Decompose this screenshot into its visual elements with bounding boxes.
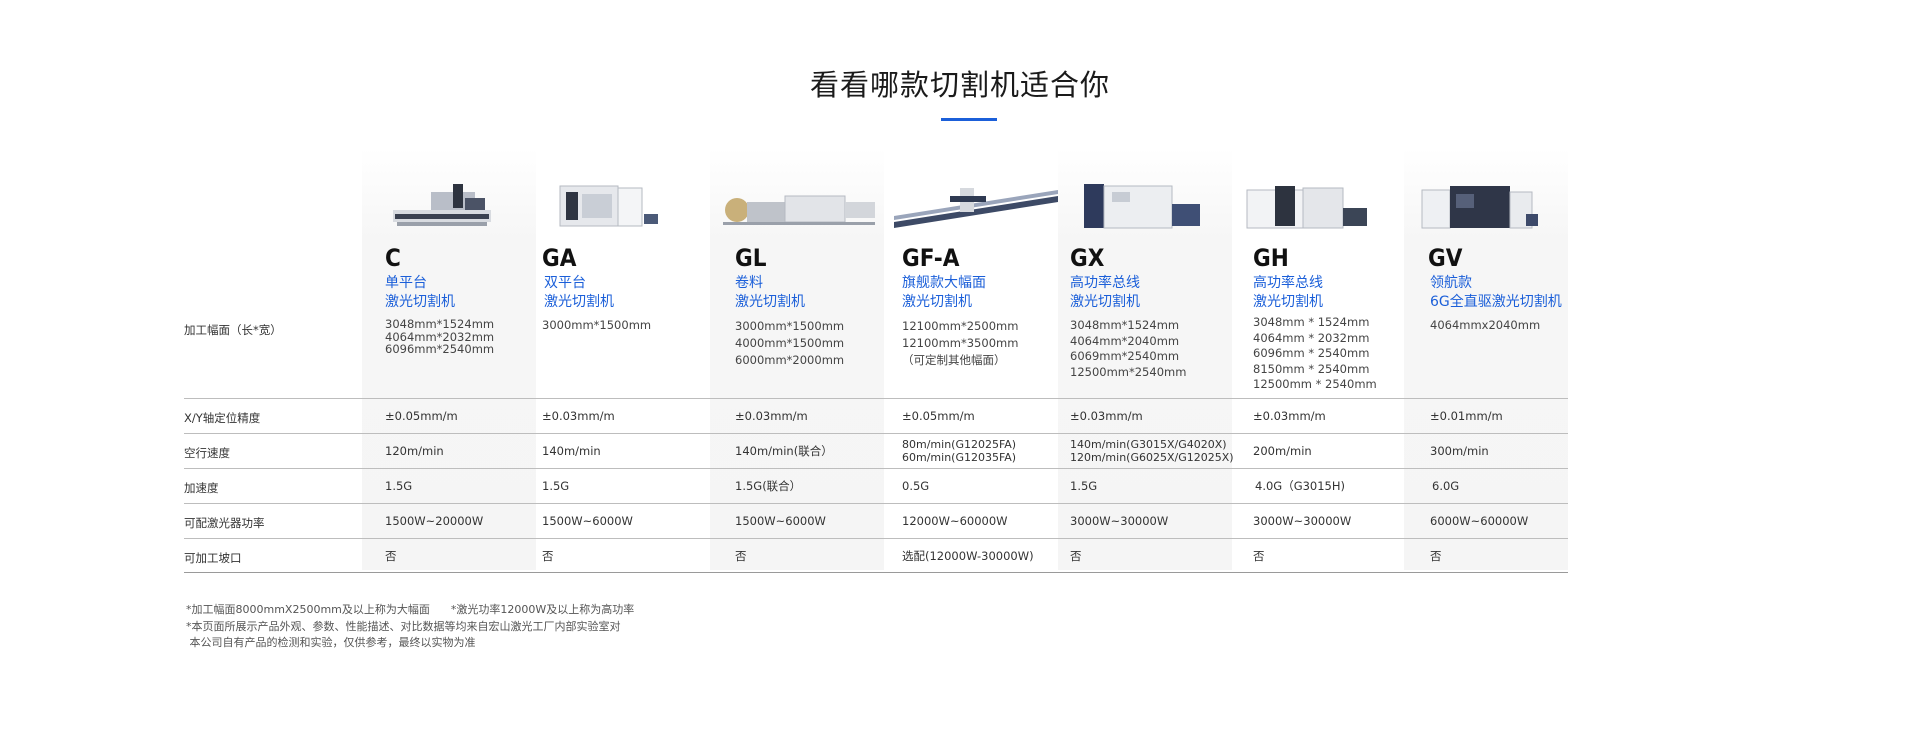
model-column-gl[interactable]: GL 卷料 激光切割机 3000mm*1500mm 4000mm*1500mm 600… (723, 148, 895, 396)
spec-row-acceleration: 加速度 1.5G 1.5G 1.5G(联合） 0.5G 1.5G 4.0G（G3… (184, 468, 1568, 503)
model-column-c[interactable]: C 单平台 激光切割机 3048mm*1524mm 4064mm*2032mm 609… (385, 148, 535, 396)
laser-cutter-enclosed-icon (559, 185, 658, 227)
table-bottom-border (184, 572, 1568, 573)
model-size: 3000mm*1500mm (542, 318, 652, 332)
title-underline (941, 118, 997, 121)
spec-value: 80m/min(G12025FA) 60m/min(G12035FA) (902, 438, 1017, 464)
model-size: 4064mmx2040mm (1430, 318, 1541, 332)
model-name: GX (1070, 244, 1105, 272)
model-name: GV (1428, 244, 1463, 272)
spec-label-acceleration: 加速度 (184, 481, 219, 495)
model-name: C (385, 244, 401, 272)
model-size: 3048mm*1524mm 4064mm*2032mm 6096mm*2540mm (385, 317, 495, 356)
spec-value: 3000W~30000W (1070, 513, 1169, 528)
model-column-ga[interactable]: GA 双平台 激光切割机 3000mm*1500mm (542, 148, 702, 396)
model-header-row: 加工幅面（长*宽） C 单平台 激光切割机 3048mm*1524mm 4064mm… (184, 148, 1568, 396)
model-type: 高功率总线 激光切割机 (1253, 275, 1323, 310)
footnote: *加工幅面8000mmX2500mm及以上称为大幅面 *激光功率12000W及以… (186, 603, 635, 616)
spec-value: 否 (1070, 548, 1082, 563)
spec-label-size: 加工幅面（长*宽） (184, 323, 282, 337)
model-type: 高功率总线 激光切割机 (1070, 275, 1140, 310)
spec-value: ±0.03mm/m (1253, 408, 1326, 423)
spec-value: 0.5G (902, 478, 930, 493)
spec-value: 1.5G (385, 478, 413, 493)
model-column-gx[interactable]: GX 高功率总线 激光切割机 3048mm*1524mm 4064mm*2040mm… (1070, 148, 1230, 396)
spec-value: ±0.03mm/m (1070, 408, 1143, 423)
model-column-gf-a[interactable]: GF-A 旗舰款大幅面 激光切割机 12100mm*2500mm 12100mm*3… (894, 148, 1062, 396)
spec-value: 否 (385, 548, 397, 563)
spec-value: 200m/min (1253, 443, 1312, 458)
laser-cutter-open-bed-icon (393, 184, 491, 226)
spec-value: 300m/min (1430, 443, 1489, 458)
spec-value: 6000W~60000W (1430, 513, 1529, 528)
model-column-gv[interactable]: GV 领航款 6G全直驱激光切割机 4064mmx2040mm (1421, 148, 1568, 396)
spec-row-precision: X/Y轴定位精度 ±0.05mm/m ±0.03mm/m ±0.03mm/m ±… (184, 398, 1568, 433)
spec-value: ±0.05mm/m (902, 408, 975, 423)
high-power-laser-cutter-icon (1084, 184, 1200, 229)
spec-row-bevel: 可加工坡口 否 否 否 选配(12000W-30000W) 否 否 否 (184, 538, 1568, 573)
spec-value: 否 (1253, 548, 1265, 563)
model-size: 3000mm*1500mm 4000mm*1500mm 6000mm*2000mm (735, 319, 845, 367)
flagship-laser-cutter-icon (1421, 186, 1538, 229)
spec-value: ±0.03mm/m (542, 408, 615, 423)
model-name: GL (735, 244, 767, 272)
spec-value: 140m/min (542, 443, 601, 458)
spec-value: ±0.05mm/m (385, 408, 458, 423)
model-name: GA (542, 244, 577, 272)
coil-laser-cutter-icon (723, 195, 875, 225)
model-type: 双平台 激光切割机 (544, 275, 614, 310)
spec-label-bevel: 可加工坡口 (184, 551, 242, 565)
spec-value: 否 (542, 548, 554, 563)
model-size: 12100mm*2500mm 12100mm*3500mm （可定制其他幅面） (902, 319, 1019, 367)
spec-value: 6.0G (1432, 478, 1460, 493)
spec-value: 140m/min(G3015X/G4020X) 120m/min(G6025X/G… (1070, 438, 1234, 464)
spec-value: 1.5G (1070, 478, 1098, 493)
model-name: GH (1253, 244, 1289, 272)
model-type: 卷料 激光切割机 (735, 275, 805, 310)
model-name: GF-A (902, 244, 960, 272)
spec-value: ±0.03mm/m (735, 408, 808, 423)
high-power-laser-cutter-icon (1246, 186, 1367, 229)
spec-value: 3000W~30000W (1253, 513, 1352, 528)
page-title: 看看哪款切割机适合你 (809, 68, 1110, 102)
spec-value: 1.5G(联合） (735, 478, 802, 493)
spec-value: 140m/min(联合） (735, 443, 833, 458)
footnotes: *加工幅面8000mmX2500mm及以上称为大幅面 *激光功率12000W及以… (186, 602, 634, 652)
gantry-laser-cutter-icon (894, 188, 1058, 228)
model-column-gh[interactable]: GH 高功率总线 激光切割机 3048mm * 1524mm 4064mm * 20… (1246, 148, 1403, 396)
model-type: 单平台 激光切割机 (385, 275, 455, 310)
spec-value: 12000W~60000W (902, 513, 1008, 528)
spec-label-idle-speed: 空行速度 (184, 446, 230, 460)
comparison-table: 加工幅面（长*宽） C 单平台 激光切割机 3048mm*1524mm 4064mm… (184, 148, 1568, 573)
footnote: *本页面所展示产品外观、参数、性能描述、对比数据等均来自宏山激光工厂内部实验室对 (186, 619, 621, 633)
footnote: 本公司自有产品的检测和实验，仅供参考，最终以实物为准 (186, 636, 476, 649)
spec-value: 否 (1430, 548, 1442, 563)
model-size: 3048mm*1524mm 4064mm*2040mm 6069mm*2540mm 1… (1070, 318, 1187, 379)
spec-row-laser-power: 可配激光器功率 1500W~20000W 1500W~6000W 1500W~6… (184, 503, 1568, 538)
model-size: 3048mm * 1524mm 4064mm * 2032mm 6096mm * 2… (1253, 315, 1377, 391)
spec-value: 1500W~20000W (385, 513, 484, 528)
spec-value: 1500W~6000W (542, 513, 633, 528)
spec-value: 4.0G（G3015H) (1255, 478, 1346, 493)
spec-value: 120m/min (385, 443, 444, 458)
spec-label-laser-power: 可配激光器功率 (184, 516, 265, 530)
model-type: 旗舰款大幅面 激光切割机 (902, 275, 986, 310)
spec-value: 否 (735, 548, 747, 563)
spec-row-idle-speed: 空行速度 120m/min 140m/min 140m/min(联合） 80m/… (184, 433, 1568, 468)
spec-label-precision: X/Y轴定位精度 (184, 411, 261, 425)
spec-value: 1.5G (542, 478, 570, 493)
spec-value: 1500W~6000W (735, 513, 826, 528)
spec-value: ±0.01mm/m (1430, 408, 1503, 423)
spec-value: 选配(12000W-30000W) (902, 548, 1034, 563)
model-type: 领航款 6G全直驱激光切割机 (1430, 275, 1562, 310)
